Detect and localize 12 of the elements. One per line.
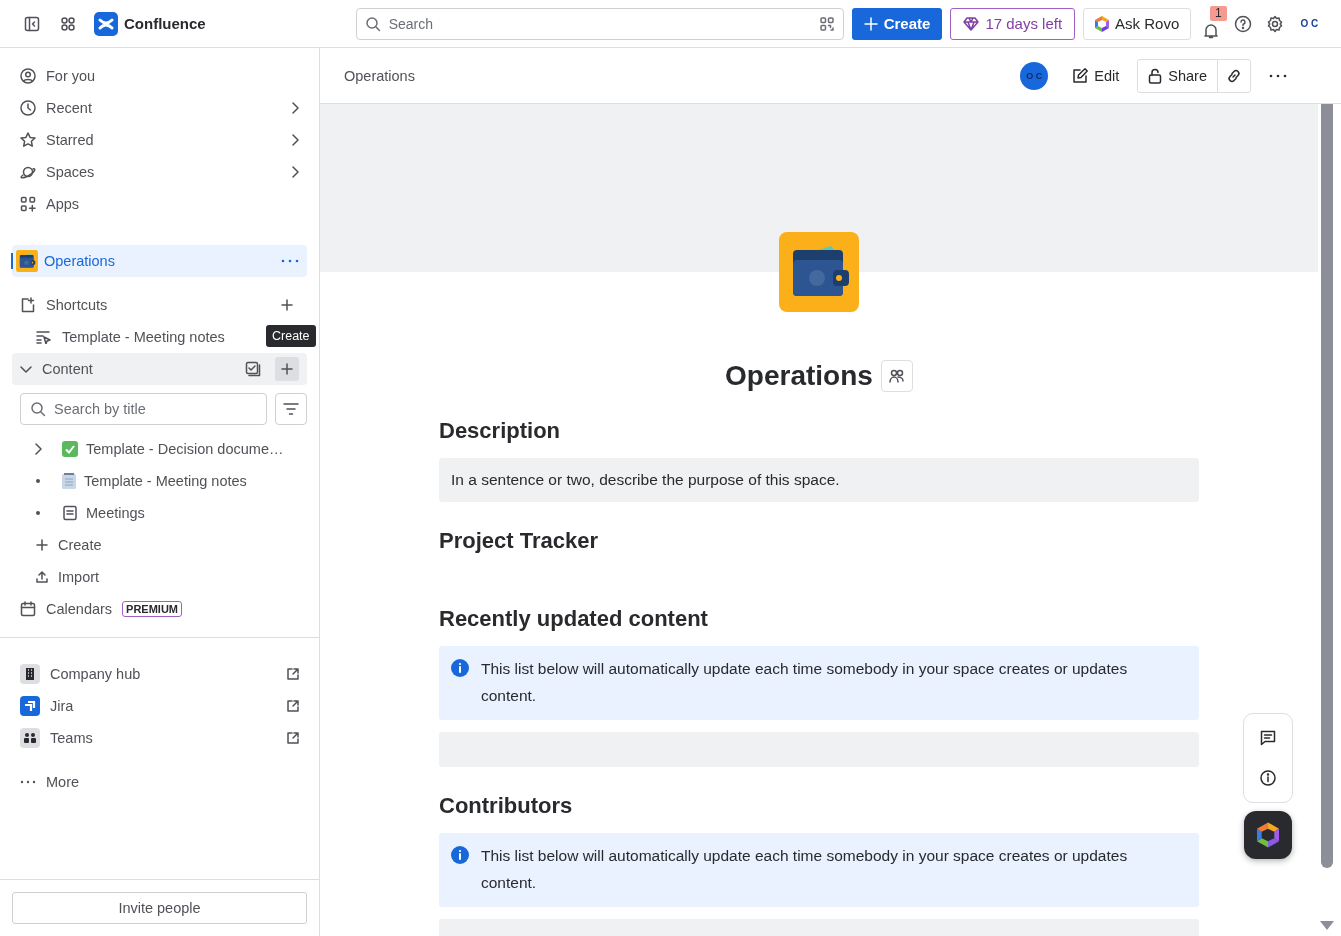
section-heading: Contributors xyxy=(439,792,574,820)
info-text: This list below will automatically update each time somebody in your space creates or updates content. xyxy=(481,659,1129,706)
product-name: Confluence xyxy=(124,15,206,32)
page-title: Operations xyxy=(725,360,873,392)
info-text: This list below will automatically update each time somebody in your space creates or updates content. xyxy=(481,846,1129,893)
notification-count: 1 xyxy=(1209,5,1227,21)
section-heading: Recently updated content xyxy=(439,605,709,633)
tooltip: Create xyxy=(266,325,316,347)
description-panel: In a sentence or two, describe the purpose of this space. xyxy=(439,458,1199,502)
section-heading: Description xyxy=(439,417,562,445)
section-heading: Project Tracker xyxy=(439,527,599,555)
premium-badge: PREMIUM xyxy=(122,601,183,617)
